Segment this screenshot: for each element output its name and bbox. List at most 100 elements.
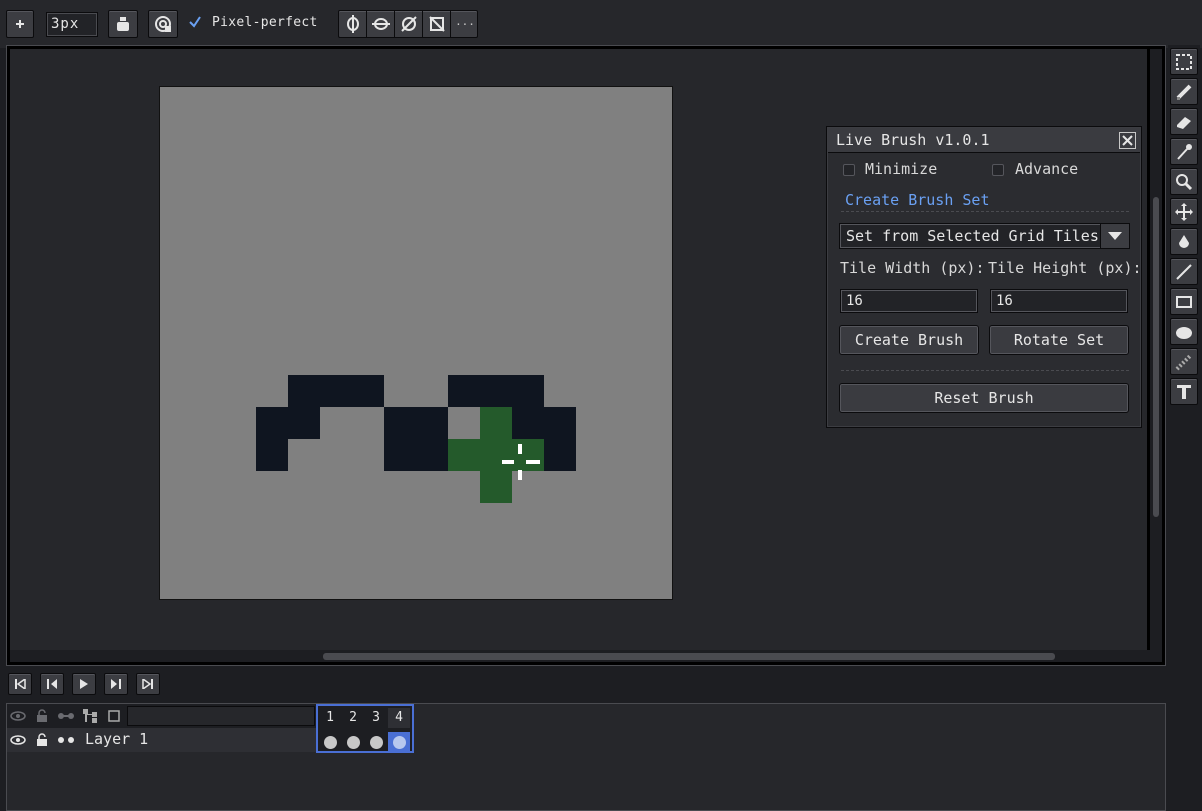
ellipse-tool[interactable] <box>1170 318 1198 345</box>
play-button[interactable] <box>72 673 96 695</box>
marquee-icon <box>1176 53 1192 70</box>
link-icon <box>58 737 74 743</box>
pencil-tool[interactable] <box>1170 78 1198 105</box>
vertical-scrollbar[interactable] <box>1150 49 1162 650</box>
sprite-canvas[interactable] <box>159 86 673 600</box>
eraser-tool[interactable] <box>1170 108 1198 135</box>
link-icon <box>58 713 74 719</box>
ellipse-icon <box>1176 326 1192 339</box>
vertical-symmetry-button[interactable] <box>339 11 367 37</box>
minimize-label: Minimize <box>865 160 938 178</box>
marquee-tool[interactable] <box>1170 48 1198 75</box>
toggle-visibility-all-button[interactable] <box>7 706 29 726</box>
rectangle-tool[interactable] <box>1170 288 1198 315</box>
tile-height-input[interactable]: 16 <box>990 289 1128 313</box>
first-frame-button[interactable] <box>8 673 32 695</box>
cel-frame-4[interactable] <box>388 732 410 752</box>
rotate-set-button[interactable]: Rotate Set <box>989 325 1129 355</box>
ink-bottle-icon <box>117 17 129 31</box>
frame-header-2[interactable]: 2 <box>342 708 364 728</box>
next-frame-button[interactable] <box>104 673 128 695</box>
cel-dot <box>323 735 337 749</box>
eyedropper-tool[interactable] <box>1170 138 1198 165</box>
layer-tree-button[interactable] <box>79 706 101 726</box>
ink-button[interactable] <box>108 10 138 38</box>
move-icon <box>1175 202 1193 221</box>
horizontal-scrollbar[interactable] <box>10 650 1162 662</box>
last-frame-icon <box>142 679 153 689</box>
toggle-lock-all-button[interactable] <box>31 706 53 726</box>
pixel-block <box>384 407 448 471</box>
brush-type-button[interactable] <box>6 10 34 38</box>
frames-selection: 1 2 3 4 <box>316 704 414 753</box>
horizontal-symmetry-button[interactable] <box>367 11 395 37</box>
sensors-button[interactable] <box>148 10 178 38</box>
advance-label: Advance <box>1015 160 1079 178</box>
cel-frame-2[interactable] <box>342 732 364 752</box>
symmetry-group: ··· <box>338 10 478 38</box>
pixel-block <box>256 407 320 439</box>
horizontal-symmetry-icon <box>371 18 390 30</box>
vertical-scroll-thumb[interactable] <box>1153 197 1159 517</box>
previous-frame-icon <box>47 679 57 689</box>
pressure-icon <box>155 16 171 32</box>
rectangle-icon <box>1176 295 1192 308</box>
last-frame-button[interactable] <box>136 673 160 695</box>
zoom-tool[interactable] <box>1170 168 1198 195</box>
move-tool[interactable] <box>1170 198 1198 225</box>
timeline-panel: Layer 1 1 2 3 4 <box>6 703 1166 811</box>
minimize-checkbox[interactable] <box>843 164 855 176</box>
lock-icon <box>37 709 47 722</box>
frame-header-4[interactable]: 4 <box>388 708 410 728</box>
pixel-block <box>512 407 576 439</box>
brush-set-mode-dropdown[interactable]: Set from Selected Grid Tiles <box>839 223 1130 249</box>
line-tool[interactable] <box>1170 258 1198 285</box>
pixel-block <box>448 375 544 407</box>
pixel-block <box>544 439 576 471</box>
pixel-perfect-checkbox[interactable] <box>188 15 202 29</box>
onion-skin-button[interactable] <box>103 706 125 726</box>
crosshair-part <box>526 460 540 464</box>
frame-header-1[interactable]: 1 <box>319 708 341 728</box>
plus-icon <box>16 20 24 28</box>
anti-diagonal-symmetry-button[interactable] <box>423 11 451 37</box>
cel-frame-1[interactable] <box>319 732 341 752</box>
toggle-continuous-all-button[interactable] <box>55 706 77 726</box>
symmetry-more-button[interactable]: ··· <box>451 11 479 37</box>
tree-icon <box>83 709 97 723</box>
crosshair-icon <box>518 444 522 454</box>
close-icon <box>1122 135 1133 146</box>
eyedropper-icon <box>1177 143 1192 160</box>
tile-width-label: Tile Width (px): <box>840 259 985 277</box>
cel-dot <box>392 735 406 749</box>
dialog-close-button[interactable] <box>1119 132 1136 149</box>
contour-tool[interactable] <box>1170 348 1198 375</box>
chevron-down-icon <box>1108 232 1122 240</box>
reset-brush-button[interactable]: Reset Brush <box>839 383 1129 413</box>
zoom-icon <box>1176 173 1193 190</box>
layer-visibility-toggle[interactable] <box>7 730 29 750</box>
frame-header-3[interactable]: 3 <box>365 708 387 728</box>
layer-row[interactable]: Layer 1 <box>7 728 317 752</box>
tile-width-input[interactable]: 16 <box>840 289 978 313</box>
dropdown-selected-value: Set from Selected Grid Tiles <box>846 227 1099 245</box>
layer-continuous-toggle[interactable] <box>55 730 77 750</box>
line-icon <box>1176 263 1192 280</box>
cel-frame-3[interactable] <box>365 732 387 752</box>
brush-size-input[interactable]: 3px <box>46 12 98 37</box>
previous-frame-button[interactable] <box>40 673 64 695</box>
dropdown-arrow-button[interactable] <box>1100 223 1130 249</box>
diagonal-symmetry-icon <box>400 16 417 32</box>
advance-checkbox[interactable] <box>992 164 1004 176</box>
section-label: Create Brush Set <box>845 191 990 209</box>
pencil-icon <box>1176 84 1192 100</box>
layer-lock-toggle[interactable] <box>31 730 53 750</box>
text-tool[interactable] <box>1170 378 1198 405</box>
fill-tool[interactable] <box>1170 228 1198 255</box>
dialog-titlebar[interactable]: Live Brush v1.0.1 <box>828 128 1140 153</box>
eye-icon <box>10 735 26 745</box>
cel-dot <box>346 735 360 749</box>
horizontal-scroll-thumb[interactable] <box>323 653 1055 660</box>
create-brush-button[interactable]: Create Brush <box>839 325 979 355</box>
diagonal-symmetry-button[interactable] <box>395 11 423 37</box>
